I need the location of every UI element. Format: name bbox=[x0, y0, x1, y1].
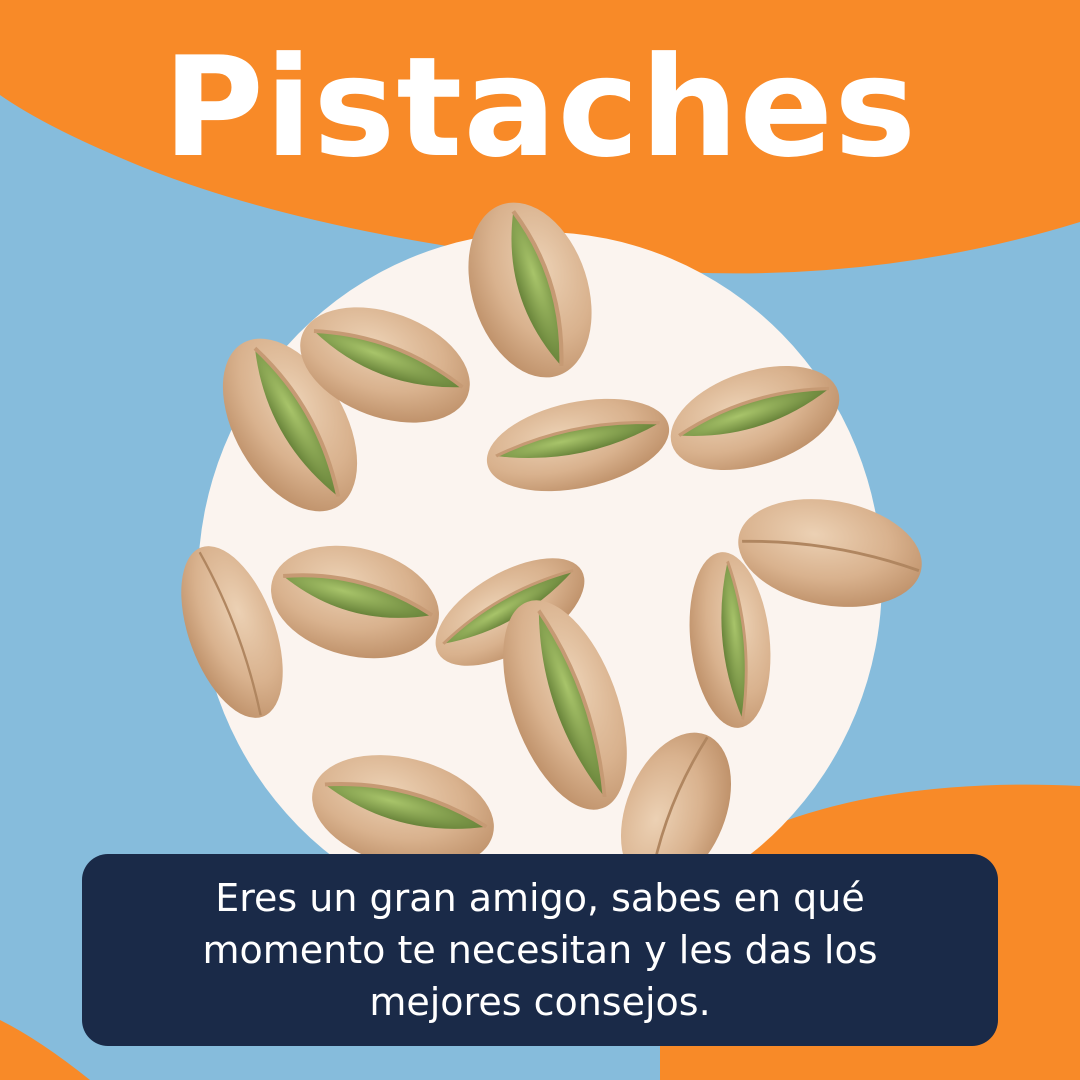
caption-text: Eres un gran amigo, sabes en qué momento… bbox=[202, 876, 878, 1024]
caption-box: Eres un gran amigo, sabes en qué momento… bbox=[82, 854, 998, 1046]
page-title: Pistaches bbox=[162, 27, 918, 188]
